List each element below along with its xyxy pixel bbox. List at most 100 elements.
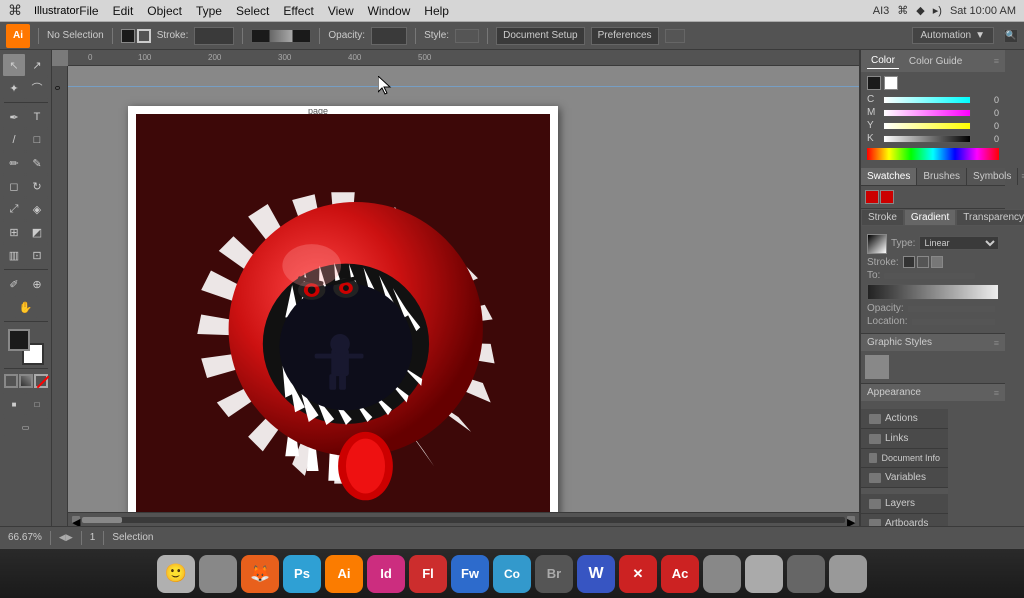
- dock-finder[interactable]: 🙂: [157, 555, 195, 593]
- automation-button[interactable]: Automation ▼: [912, 27, 995, 44]
- scroll-track[interactable]: [82, 517, 845, 523]
- gradient-tool[interactable]: ◩: [26, 221, 48, 243]
- menu-select[interactable]: Select: [236, 4, 269, 18]
- search-icon[interactable]: 🔍: [1004, 29, 1018, 43]
- channel-m-bar[interactable]: [883, 109, 971, 117]
- gradient-box[interactable]: [867, 234, 887, 254]
- dock-close[interactable]: ✕: [619, 555, 657, 593]
- stroke-color-box[interactable]: [137, 29, 151, 43]
- dock-misc2[interactable]: [745, 555, 783, 593]
- tab-gradient[interactable]: Gradient: [904, 209, 956, 226]
- opacity-input[interactable]: 100%: [371, 27, 407, 45]
- eyedropper-tool[interactable]: ✐: [3, 273, 25, 295]
- stroke-icon-2[interactable]: [917, 256, 929, 268]
- lasso-tool[interactable]: ⌒: [26, 77, 48, 99]
- stroke-mode-btn[interactable]: □: [26, 393, 48, 415]
- eraser-tool[interactable]: ◻: [3, 175, 25, 197]
- graphic-style-icon[interactable]: [865, 355, 889, 379]
- menu-object[interactable]: Object: [147, 4, 182, 18]
- tab-symbols[interactable]: Symbols: [967, 168, 1018, 185]
- dock-misc4[interactable]: [829, 555, 867, 593]
- preferences-button[interactable]: Preferences: [591, 27, 659, 45]
- location-bar[interactable]: [912, 319, 995, 325]
- scroll-right[interactable]: ▶: [847, 516, 855, 524]
- paintbrush-tool[interactable]: ✏: [3, 152, 25, 174]
- line-tool[interactable]: /: [3, 129, 25, 151]
- swatch-red2[interactable]: [880, 190, 894, 204]
- tab-color[interactable]: Color: [867, 53, 899, 69]
- none-icon[interactable]: [34, 374, 48, 388]
- stroke-input[interactable]: [194, 27, 234, 45]
- column-graph-tool[interactable]: ▥: [3, 244, 25, 266]
- bg-color-mini[interactable]: [884, 76, 898, 90]
- menu-type[interactable]: Type: [196, 4, 222, 18]
- menu-window[interactable]: Window: [368, 4, 411, 18]
- menu-effect[interactable]: Effect: [283, 4, 313, 18]
- slice-tool[interactable]: ⊡: [26, 244, 48, 266]
- links-item[interactable]: Links: [861, 429, 948, 449]
- pencil-tool[interactable]: ✎: [26, 152, 48, 174]
- channel-c-bar[interactable]: [883, 96, 971, 104]
- dock-fireworks[interactable]: Fw: [451, 555, 489, 593]
- dock-flash[interactable]: Fl: [409, 555, 447, 593]
- swatches-menu[interactable]: ≡: [1018, 168, 1024, 185]
- appearance-menu[interactable]: ≡: [994, 388, 999, 398]
- gs-menu[interactable]: ≡: [994, 338, 999, 348]
- menu-view[interactable]: View: [328, 4, 354, 18]
- zoom-tool[interactable]: ⊕: [26, 273, 48, 295]
- extra-btn[interactable]: [665, 29, 685, 43]
- dock-indesign[interactable]: Id: [367, 555, 405, 593]
- opacity-bar[interactable]: [908, 306, 995, 312]
- menu-illustrator[interactable]: Illustrator: [34, 5, 79, 17]
- mesh-tool[interactable]: ⊞: [3, 221, 25, 243]
- blend-tool[interactable]: ◈: [26, 198, 48, 220]
- dock-contribute[interactable]: Co: [493, 555, 531, 593]
- artboard[interactable]: page: [128, 106, 558, 526]
- rect-tool[interactable]: □: [26, 129, 48, 151]
- doc-setup-button[interactable]: Document Setup: [496, 27, 585, 45]
- panel-menu-icon[interactable]: ≡: [994, 56, 999, 66]
- gradient-full-bar[interactable]: [867, 284, 999, 300]
- artboards-item[interactable]: Artboards: [861, 514, 948, 526]
- fill-color-box[interactable]: [121, 29, 135, 43]
- style-box[interactable]: [455, 29, 479, 43]
- tab-stroke[interactable]: Stroke: [861, 209, 904, 226]
- magic-wand-tool[interactable]: ✦: [3, 77, 25, 99]
- tab-transparency[interactable]: Transparency: [956, 209, 1024, 226]
- stroke-icon-1[interactable]: [903, 256, 915, 268]
- canvas-area[interactable]: 0 100 200 300 400 500 0 page: [52, 50, 859, 526]
- gradient-to-bar[interactable]: [884, 273, 975, 279]
- normal-screen-btn[interactable]: ▭: [4, 418, 48, 436]
- doc-info-item[interactable]: Document Info: [861, 449, 948, 468]
- dock-misc1[interactable]: [703, 555, 741, 593]
- apple-menu[interactable]: ⌘: [8, 2, 22, 19]
- scroll-arrows[interactable]: ◀▶: [59, 532, 73, 543]
- swatch-red[interactable]: [865, 190, 879, 204]
- dock-unknown1[interactable]: [199, 555, 237, 593]
- tab-color-guide[interactable]: Color Guide: [905, 54, 966, 69]
- gradient-icon[interactable]: [19, 374, 33, 388]
- horizontal-scrollbar[interactable]: ◀ ▶: [68, 512, 859, 526]
- channel-y-bar[interactable]: [883, 122, 971, 130]
- actions-item[interactable]: Actions: [861, 409, 948, 429]
- fill-mode-btn[interactable]: ■: [3, 393, 25, 415]
- tab-swatches[interactable]: Swatches: [861, 168, 917, 185]
- canvas-content[interactable]: page: [68, 66, 859, 526]
- selection-tool[interactable]: ↖: [3, 54, 25, 76]
- pen-tool[interactable]: ✒: [3, 106, 25, 128]
- menu-help[interactable]: Help: [424, 4, 449, 18]
- menu-file[interactable]: File: [79, 4, 98, 18]
- dock-misc3[interactable]: [787, 555, 825, 593]
- dock-bridge[interactable]: Br: [535, 555, 573, 593]
- direct-selection-tool[interactable]: ↗: [26, 54, 48, 76]
- scale-tool[interactable]: ⤢: [3, 198, 25, 220]
- variables-item[interactable]: Variables: [861, 468, 948, 488]
- scroll-thumb[interactable]: [82, 517, 122, 523]
- stroke-icon-3[interactable]: [931, 256, 943, 268]
- dock-photoshop[interactable]: Ps: [283, 555, 321, 593]
- dock-acrobat[interactable]: Ac: [661, 555, 699, 593]
- tab-brushes[interactable]: Brushes: [917, 168, 967, 185]
- dock-illustrator[interactable]: Ai: [325, 555, 363, 593]
- dock-word[interactable]: W: [577, 555, 615, 593]
- no-fill-icon[interactable]: [4, 374, 18, 388]
